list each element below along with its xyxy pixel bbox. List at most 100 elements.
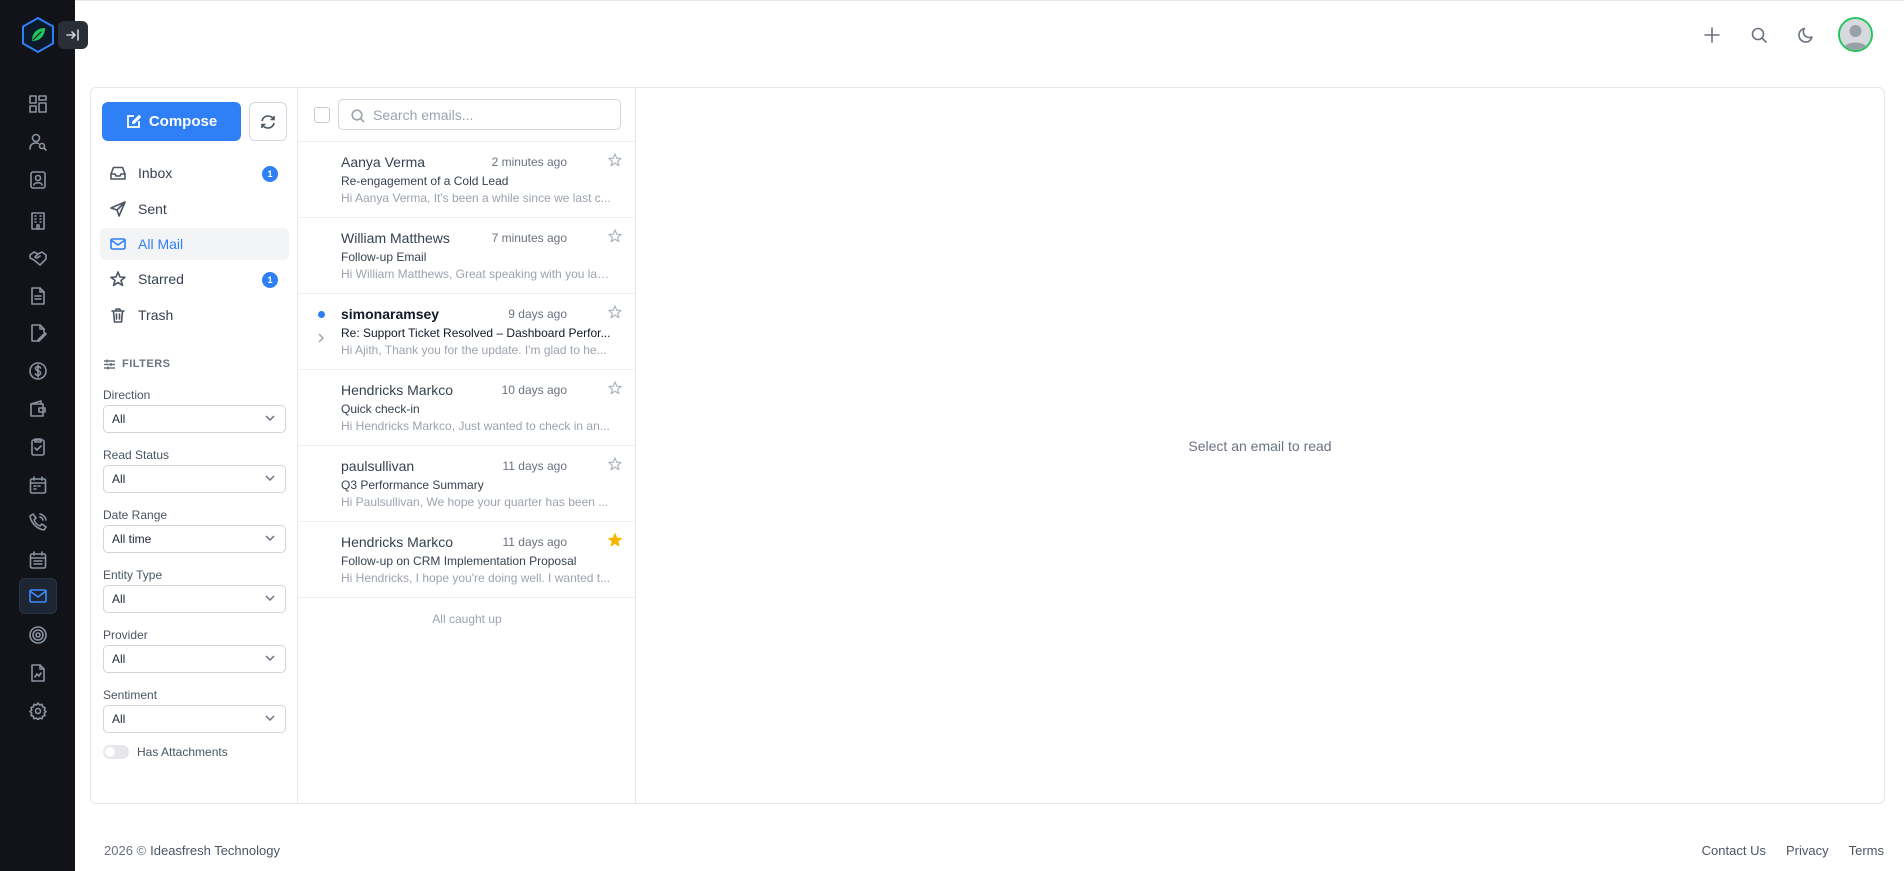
email-list: Search emails... Aanya Verma 2 minutes a… bbox=[298, 88, 636, 803]
chevron-right-icon[interactable] bbox=[318, 330, 324, 348]
provider-select[interactable]: All bbox=[103, 645, 286, 673]
mail-icon[interactable] bbox=[19, 578, 57, 614]
settings-icon[interactable] bbox=[25, 698, 51, 724]
calendar-icon[interactable] bbox=[25, 472, 51, 498]
folder-trash[interactable]: Trash bbox=[100, 299, 289, 331]
chevron-down-icon bbox=[265, 655, 275, 661]
folder-inbox[interactable]: Inbox 1 bbox=[100, 157, 289, 189]
folder-starred[interactable]: Starred 1 bbox=[100, 263, 289, 295]
document-icon[interactable] bbox=[25, 283, 51, 309]
collapse-sidebar-button[interactable] bbox=[58, 21, 88, 49]
star-icon[interactable] bbox=[608, 305, 622, 324]
contact-us-link[interactable]: Contact Us bbox=[1702, 843, 1766, 858]
folder-label: Trash bbox=[138, 307, 174, 323]
privacy-link[interactable]: Privacy bbox=[1786, 843, 1829, 858]
email-subject: Re-engagement of a Cold Lead bbox=[341, 174, 509, 188]
dollar-icon[interactable] bbox=[25, 358, 51, 384]
compose-button[interactable]: Compose bbox=[102, 102, 241, 141]
email-sender: paulsullivan bbox=[341, 458, 415, 474]
sidebar-rail bbox=[0, 0, 88, 871]
email-preview: Hi Hendricks Markco, Just wanted to chec… bbox=[341, 419, 610, 433]
folder-sent[interactable]: Sent bbox=[100, 193, 289, 225]
email-preview: Hi William Matthews, Great speaking with… bbox=[341, 267, 613, 281]
email-sender: Hendricks Markco bbox=[341, 534, 454, 550]
add-icon[interactable] bbox=[1700, 23, 1724, 47]
star-icon[interactable] bbox=[608, 457, 622, 476]
footer-links: Contact Us Privacy Terms bbox=[1702, 843, 1884, 858]
refresh-button[interactable] bbox=[249, 102, 287, 141]
star-icon[interactable] bbox=[608, 381, 622, 400]
terms-link[interactable]: Terms bbox=[1849, 843, 1884, 858]
email-time: 11 days ago bbox=[502, 459, 568, 473]
email-time: 7 minutes ago bbox=[491, 231, 567, 245]
email-row[interactable]: Hendricks Markco 10 days ago Quick check… bbox=[298, 370, 636, 446]
unread-dot bbox=[318, 311, 325, 318]
email-preview: Hi Hendricks, I hope you're doing well. … bbox=[341, 571, 611, 585]
read-status-select[interactable]: All bbox=[103, 465, 286, 493]
contact-card-icon[interactable] bbox=[25, 167, 51, 193]
email-preview: Hi Aanya Verma, It's been a while since … bbox=[341, 191, 611, 205]
reading-pane: Select an email to read bbox=[636, 88, 1884, 803]
sentiment-select[interactable]: All bbox=[103, 705, 286, 733]
entity-type-label: Entity Type bbox=[103, 568, 163, 582]
direction-select[interactable]: All bbox=[103, 405, 286, 433]
filters-heading: FILTERS bbox=[103, 358, 171, 370]
calendar-grid-icon[interactable] bbox=[25, 547, 51, 573]
dark-mode-icon[interactable] bbox=[1794, 23, 1818, 47]
compose-label: Compose bbox=[148, 113, 218, 130]
sentiment-label: Sentiment bbox=[103, 688, 158, 702]
edit-document-icon[interactable] bbox=[25, 320, 51, 346]
email-time: 2 minutes ago bbox=[491, 155, 567, 169]
mail-sidebar: Compose Inbox 1 Sent All Mail Starred 1 … bbox=[91, 88, 298, 803]
star-filled-icon[interactable] bbox=[608, 533, 622, 552]
email-sender: Aanya Verma bbox=[341, 154, 426, 170]
compose-icon bbox=[126, 114, 141, 128]
search-icon[interactable] bbox=[1747, 23, 1771, 47]
clipboard-check-icon[interactable] bbox=[25, 434, 51, 460]
email-search-input[interactable]: Search emails... bbox=[338, 99, 621, 130]
email-subject: Quick check-in bbox=[341, 402, 420, 416]
email-row[interactable]: Hendricks Markco 11 days ago Follow-up o… bbox=[298, 522, 636, 598]
folder-label: Starred bbox=[138, 271, 184, 287]
phone-icon[interactable] bbox=[25, 509, 51, 535]
refresh-icon bbox=[261, 114, 275, 129]
filter-sliders-icon bbox=[104, 359, 115, 369]
entity-type-select[interactable]: All bbox=[103, 585, 286, 613]
email-time: 11 days ago bbox=[502, 535, 568, 549]
user-avatar[interactable] bbox=[1838, 17, 1873, 52]
attachments-toggle[interactable] bbox=[103, 745, 129, 759]
email-row[interactable]: William Matthews 7 minutes ago Follow-up… bbox=[298, 218, 636, 294]
list-end-message: All caught up bbox=[432, 612, 502, 626]
star-icon bbox=[110, 271, 126, 287]
email-row[interactable]: paulsullivan 11 days ago Q3 Performance … bbox=[298, 446, 636, 522]
report-icon[interactable] bbox=[25, 660, 51, 686]
email-subject: Q3 Performance Summary bbox=[341, 478, 484, 492]
email-sender: Hendricks Markco bbox=[341, 382, 454, 398]
user-search-icon[interactable] bbox=[25, 129, 51, 155]
empty-state-text: Select an email to read bbox=[1188, 437, 1332, 454]
wallet-icon[interactable] bbox=[25, 396, 51, 422]
app-logo[interactable] bbox=[21, 17, 55, 53]
star-icon[interactable] bbox=[608, 153, 622, 172]
building-icon[interactable] bbox=[25, 208, 51, 234]
email-subject: Re: Support Ticket Resolved – Dashboard … bbox=[341, 326, 611, 340]
email-row[interactable]: Aanya Verma 2 minutes ago Re-engagement … bbox=[298, 142, 636, 218]
select-all-checkbox[interactable] bbox=[314, 107, 330, 123]
folder-label: All Mail bbox=[138, 236, 184, 252]
star-icon[interactable] bbox=[608, 229, 622, 248]
handshake-icon[interactable] bbox=[25, 245, 51, 271]
chevron-down-icon bbox=[265, 415, 275, 421]
chevron-down-icon bbox=[265, 595, 275, 601]
chevron-down-icon bbox=[265, 475, 275, 481]
email-time: 10 days ago bbox=[501, 383, 567, 397]
chevron-down-icon bbox=[265, 715, 275, 721]
top-border bbox=[75, 0, 1904, 1]
folder-all-mail[interactable]: All Mail bbox=[100, 228, 289, 260]
toggle-knob bbox=[105, 747, 115, 757]
email-subject: Follow-up Email bbox=[341, 250, 427, 264]
dashboard-icon[interactable] bbox=[25, 91, 51, 117]
email-row[interactable]: simonaramsey 9 days ago Re: Support Tick… bbox=[298, 294, 636, 370]
mail-panel: Compose Inbox 1 Sent All Mail Starred 1 … bbox=[90, 87, 1885, 804]
date-range-select[interactable]: All time bbox=[103, 525, 286, 553]
target-icon[interactable] bbox=[25, 622, 51, 648]
